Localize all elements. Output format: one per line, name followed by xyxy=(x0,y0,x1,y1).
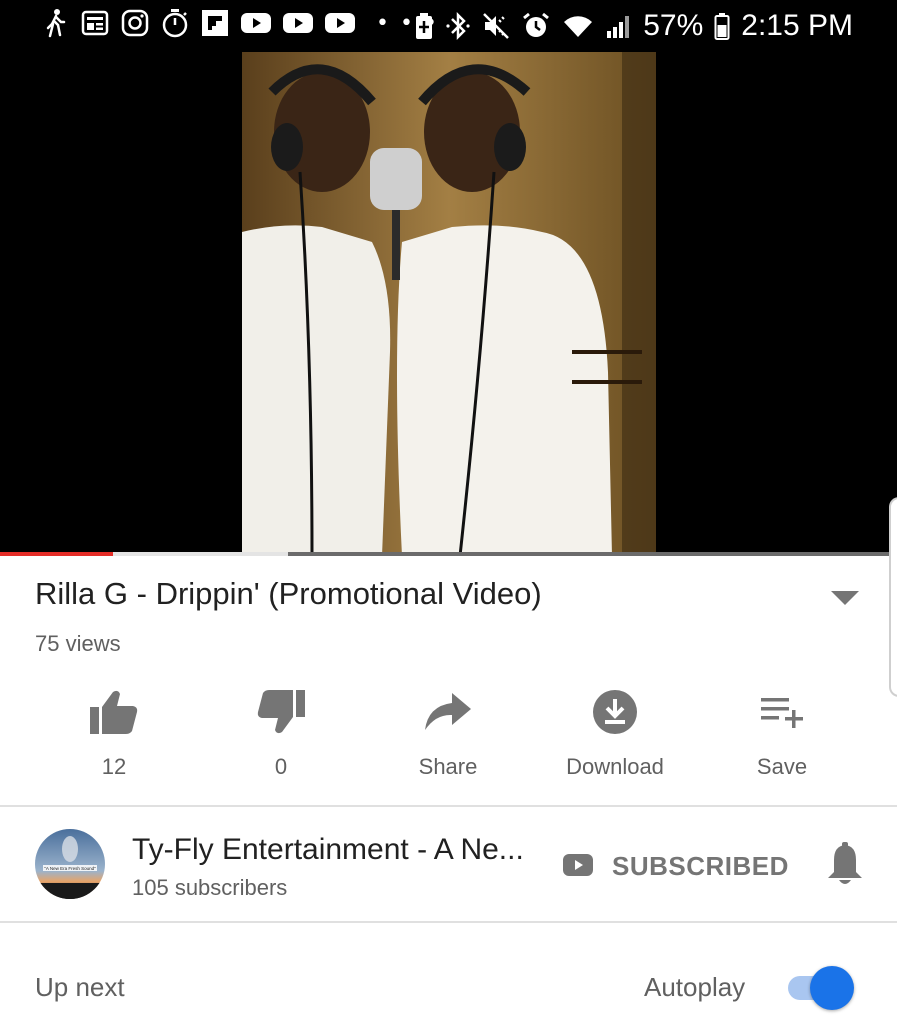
notification-bell-icon[interactable] xyxy=(826,842,864,891)
dislike-count: 0 xyxy=(274,754,288,779)
subscriber-count: 105 subscribers xyxy=(132,875,288,900)
thumbs-up-icon xyxy=(89,684,139,740)
youtube-icon xyxy=(282,8,314,38)
divider xyxy=(0,805,897,807)
status-bar: • • • 57% 2:15 PM xyxy=(0,0,897,52)
up-next-label: Up next xyxy=(35,972,125,1002)
progress-played xyxy=(0,552,113,556)
edge-panel-handle[interactable] xyxy=(889,497,897,697)
system-icons: 57% 2:15 PM xyxy=(413,8,853,44)
download-label: Download xyxy=(566,754,664,779)
mute-icon xyxy=(481,11,511,41)
subscribed-button[interactable]: SUBSCRIBED xyxy=(612,851,789,882)
youtube-icon xyxy=(324,8,356,38)
video-title: Rilla G - Drippin' (Promotional Video) xyxy=(35,576,542,611)
thumbs-down-icon xyxy=(256,684,306,740)
youtube-subscribed-icon xyxy=(562,853,594,882)
save-button[interactable]: Save xyxy=(712,684,852,780)
clock: 2:15 PM xyxy=(741,9,853,42)
channel-avatar[interactable]: "A New Era Fresh Sound" xyxy=(35,829,105,899)
video-frame xyxy=(242,52,656,556)
video-progress-bar[interactable] xyxy=(0,552,890,556)
autoplay-toggle[interactable] xyxy=(788,966,854,1010)
stopwatch-icon xyxy=(160,8,190,38)
playlist-add-icon xyxy=(759,684,805,740)
notification-icons xyxy=(40,8,356,38)
flipboard-icon xyxy=(200,8,230,38)
alarm-icon xyxy=(521,11,551,41)
dislike-button[interactable]: 0 xyxy=(211,684,351,780)
wifi-icon xyxy=(561,11,595,41)
like-button[interactable]: 12 xyxy=(44,684,184,780)
download-button[interactable]: Download xyxy=(545,684,685,780)
battery-percent: 57% xyxy=(643,9,704,42)
toggle-thumb xyxy=(810,966,854,1010)
expand-description-icon[interactable] xyxy=(831,591,859,605)
signal-icon xyxy=(605,11,633,41)
channel-name[interactable]: Ty-Fly Entertainment - A Ne... xyxy=(132,833,524,867)
autoplay-label: Autoplay xyxy=(644,972,746,1002)
share-label: Share xyxy=(418,754,478,779)
download-icon xyxy=(592,684,638,740)
news-icon xyxy=(80,8,110,38)
instagram-icon xyxy=(120,8,150,38)
view-count: 75 views xyxy=(35,631,121,656)
avatar-caption: "A New Era Fresh Sound" xyxy=(44,866,96,871)
share-icon xyxy=(424,684,472,740)
share-button[interactable]: Share xyxy=(378,684,518,780)
bluetooth-icon xyxy=(445,11,471,41)
like-count: 12 xyxy=(101,754,127,779)
video-player[interactable] xyxy=(0,52,897,556)
battery-saver-icon xyxy=(413,11,435,41)
battery-icon xyxy=(713,11,731,41)
save-label: Save xyxy=(756,754,808,779)
divider xyxy=(0,921,897,923)
walking-icon xyxy=(40,8,70,38)
youtube-icon xyxy=(240,8,272,38)
